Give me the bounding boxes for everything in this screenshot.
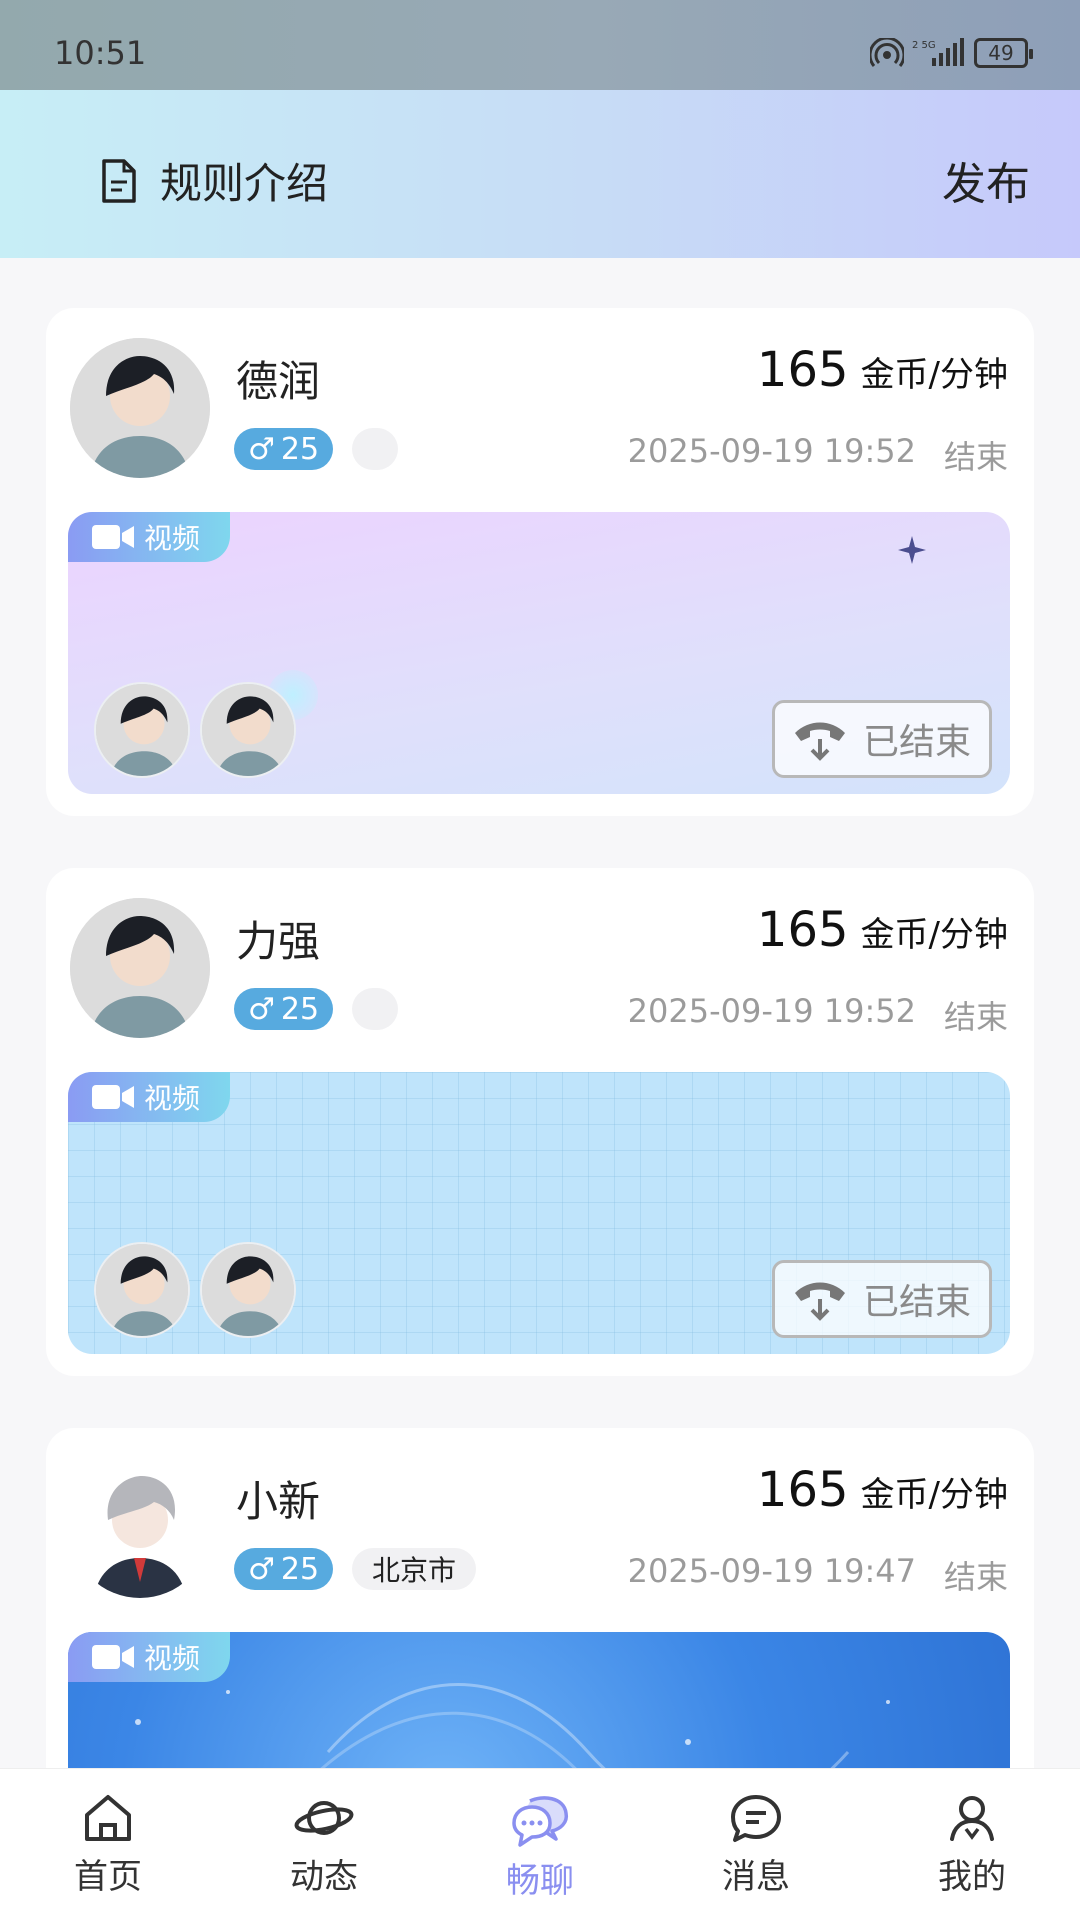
signal-icon: 2 5G bbox=[912, 38, 964, 66]
price-unit: 金币/分钟 bbox=[860, 355, 1008, 395]
city-tag bbox=[352, 428, 398, 470]
age-value: 25 bbox=[280, 431, 320, 467]
tab-profile[interactable]: 我的 bbox=[864, 1769, 1080, 1920]
price: 165 金币/分钟 bbox=[757, 902, 1008, 958]
status-time: 10:51 bbox=[54, 34, 147, 72]
hotspot-icon bbox=[870, 38, 904, 67]
datetime: 2025-09-19 19:52 bbox=[627, 432, 916, 470]
datetime: 2025-09-19 19:47 bbox=[627, 1552, 916, 1590]
participant-avatar bbox=[94, 682, 190, 778]
call-card[interactable]: 德润 ♂ 25 165 金币/分钟 2025-09-19 19:52 结束 视频 已结… bbox=[46, 308, 1034, 816]
status-bar: 10:51 2 5G 49 bbox=[0, 0, 1080, 90]
hangup-icon bbox=[794, 1282, 845, 1321]
video-tag: 视频 bbox=[68, 1632, 230, 1682]
call-time: 2025-09-19 19:52 结束 bbox=[628, 992, 1008, 1038]
participant-avatar bbox=[94, 1242, 190, 1338]
user-name: 力强 bbox=[236, 917, 321, 966]
call-list[interactable]: 德润 ♂ 25 165 金币/分钟 2025-09-19 19:52 结束 视频 已结… bbox=[0, 258, 1080, 1768]
ended-button[interactable]: 已结束 bbox=[772, 700, 992, 778]
svg-text:2 5G: 2 5G bbox=[912, 40, 936, 51]
tab-home-label: 首页 bbox=[74, 1857, 142, 1897]
video-tag-label: 视频 bbox=[144, 1082, 201, 1115]
tab-messages[interactable]: 消息 bbox=[648, 1769, 864, 1920]
home-icon bbox=[85, 1795, 131, 1841]
end-label: 结束 bbox=[943, 438, 1008, 476]
battery-icon: 49 bbox=[974, 38, 1033, 68]
gender-age-badge: ♂ 25 bbox=[234, 1548, 334, 1590]
end-label: 结束 bbox=[943, 998, 1008, 1036]
sparkle-icon bbox=[898, 536, 926, 564]
video-camera-icon bbox=[92, 1645, 134, 1669]
avatar[interactable] bbox=[70, 338, 210, 478]
user-name: 德润 bbox=[236, 357, 321, 406]
publish-button[interactable]: 发布 bbox=[942, 148, 1030, 212]
call-time: 2025-09-19 19:47 结束 bbox=[628, 1552, 1008, 1598]
city-tag bbox=[352, 988, 398, 1030]
male-icon: ♂ bbox=[248, 431, 275, 467]
rules-label: 规则介绍 bbox=[160, 159, 329, 208]
call-time: 2025-09-19 19:52 结束 bbox=[628, 432, 1008, 478]
price-unit: 金币/分钟 bbox=[860, 915, 1008, 955]
system-icons: 2 5G 49 bbox=[870, 38, 1033, 68]
chat-bubbles-icon bbox=[512, 1796, 569, 1847]
tab-moments-label: 动态 bbox=[290, 1857, 358, 1897]
document-icon bbox=[102, 158, 136, 203]
participant-avatar bbox=[200, 1242, 296, 1338]
tab-chat-label: 畅聊 bbox=[506, 1861, 574, 1901]
user-icon bbox=[950, 1796, 994, 1841]
avatar[interactable] bbox=[70, 898, 210, 1038]
video-tag-label: 视频 bbox=[144, 1642, 201, 1675]
participants bbox=[94, 682, 296, 778]
participant-avatar bbox=[200, 682, 296, 778]
participants bbox=[94, 1242, 296, 1338]
age-value: 25 bbox=[280, 991, 320, 1027]
call-card[interactable]: 力强 ♂ 25 165 金币/分钟 2025-09-19 19:52 结束 视频 已结… bbox=[46, 868, 1034, 1376]
price-value: 165 bbox=[756, 902, 849, 958]
user-name: 小新 bbox=[236, 1477, 321, 1526]
rules-button[interactable]: 规则介绍 bbox=[100, 150, 328, 211]
price-value: 165 bbox=[756, 1462, 849, 1518]
tab-chat[interactable]: 畅聊 bbox=[432, 1769, 648, 1920]
video-tag-label: 视频 bbox=[144, 522, 201, 555]
video-tag: 视频 bbox=[68, 512, 230, 562]
price: 165 金币/分钟 bbox=[757, 342, 1008, 398]
price-value: 165 bbox=[756, 342, 849, 398]
gender-age-badge: ♂ 25 bbox=[234, 428, 334, 470]
gender-age-badge: ♂ 25 bbox=[234, 988, 334, 1030]
ended-button[interactable]: 已结束 bbox=[772, 1260, 992, 1338]
message-icon bbox=[731, 1795, 781, 1842]
city-tag: 北京市 bbox=[352, 1548, 477, 1590]
bottom-tab-bar: 首页 动态 畅聊 消息 我的 bbox=[0, 1768, 1080, 1920]
video-banner[interactable]: 视频 已结束 bbox=[68, 512, 1010, 794]
price: 165 金币/分钟 bbox=[757, 1462, 1008, 1518]
call-card[interactable]: 小新 ♂ 25 北京市 165 金币/分钟 2025-09-19 19:47 结束 视… bbox=[46, 1428, 1034, 1768]
video-camera-icon bbox=[92, 525, 134, 549]
price-unit: 金币/分钟 bbox=[860, 1475, 1008, 1515]
ended-label: 已结束 bbox=[862, 722, 971, 763]
hangup-icon bbox=[794, 722, 845, 761]
top-header: 规则介绍 发布 bbox=[0, 90, 1080, 258]
tab-profile-label: 我的 bbox=[938, 1857, 1006, 1897]
end-label: 结束 bbox=[943, 1558, 1008, 1596]
video-banner[interactable]: 视频 已结束 bbox=[68, 1072, 1010, 1354]
tab-messages-label: 消息 bbox=[722, 1857, 790, 1897]
planet-icon bbox=[294, 1801, 354, 1835]
ended-label: 已结束 bbox=[862, 1282, 971, 1323]
tab-moments[interactable]: 动态 bbox=[216, 1769, 432, 1920]
avatar[interactable] bbox=[70, 1458, 210, 1598]
tab-home[interactable]: 首页 bbox=[0, 1769, 216, 1920]
datetime: 2025-09-19 19:52 bbox=[627, 992, 916, 1030]
male-icon: ♂ bbox=[248, 991, 275, 1027]
male-icon: ♂ bbox=[248, 1551, 275, 1587]
video-tag: 视频 bbox=[68, 1072, 230, 1122]
video-banner[interactable]: 视频 bbox=[68, 1632, 1010, 1768]
video-camera-icon bbox=[92, 1085, 134, 1109]
age-value: 25 bbox=[280, 1551, 320, 1587]
